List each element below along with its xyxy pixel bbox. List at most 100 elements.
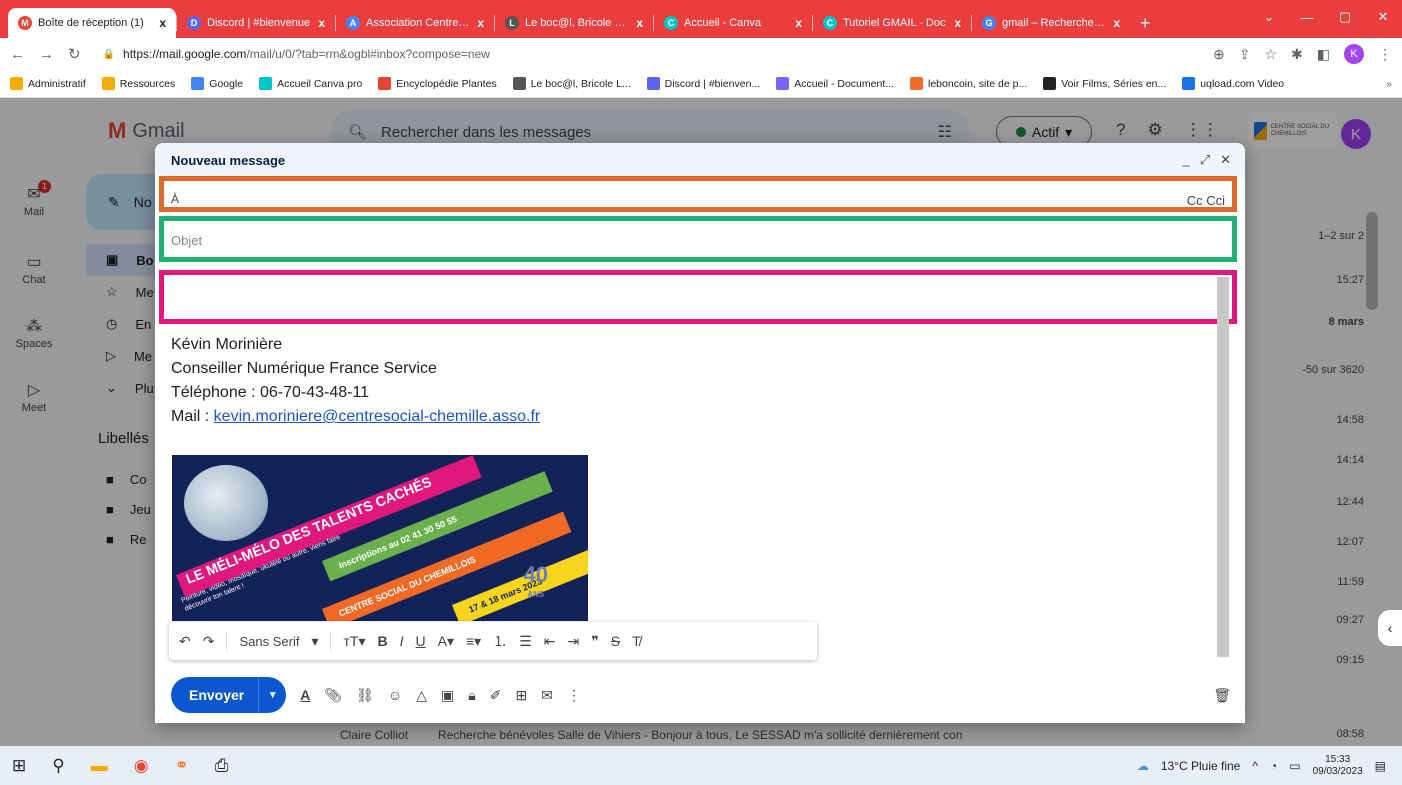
bookmark-item[interactable]: Google	[191, 77, 243, 90]
share-icon[interactable]: ⇪	[1239, 46, 1251, 63]
gmail-logo[interactable]: M Gmail	[108, 118, 185, 144]
battery-icon[interactable]: ▭	[1289, 759, 1300, 773]
more-options-icon[interactable]: ⋮	[567, 687, 581, 704]
bookmark-item[interactable]: uqload.com Video	[1182, 77, 1284, 90]
browser-tab[interactable]: Ggmail – Recherche Go x	[972, 8, 1130, 38]
minimize-icon[interactable]: —	[1288, 0, 1326, 34]
file-explorer-icon[interactable]: ▬	[91, 756, 108, 776]
new-tab-button[interactable]: +	[1130, 8, 1161, 38]
fullscreen-icon[interactable]: ⤢	[1200, 152, 1210, 168]
zoom-icon[interactable]: ⊕	[1213, 46, 1225, 63]
redo-icon[interactable]: ↷	[203, 633, 215, 650]
list-scrollbar[interactable]	[1366, 212, 1378, 310]
subject-field-highlight[interactable]	[159, 216, 1237, 262]
apps-grid-icon[interactable]: ⋮⋮	[1185, 120, 1219, 140]
minimize-icon[interactable]: _	[1182, 152, 1189, 168]
drive-icon[interactable]: △	[416, 687, 427, 704]
bookmark-item[interactable]: Encyclopédie Plantes	[378, 77, 497, 90]
network-icon[interactable]: ◔	[1270, 759, 1277, 773]
close-tab-icon[interactable]: x	[636, 16, 643, 30]
confidential-mode-icon[interactable]: 🔒︎	[468, 687, 475, 704]
rail-meet[interactable]: ▷ Meet	[0, 380, 68, 414]
signature-icon[interactable]: ✐	[490, 687, 502, 704]
maximize-icon[interactable]: ▢	[1326, 0, 1364, 34]
bookmarks-overflow[interactable]: »	[1386, 78, 1402, 90]
bookmark-item[interactable]: Le boc@l, Bricole L...	[512, 77, 631, 90]
browser-tab[interactable]: C Tutoriel GMAIL - Doc x	[813, 8, 971, 38]
font-size-icon[interactable]: тT▾	[343, 633, 365, 650]
recipient-field-highlight[interactable]	[159, 176, 1237, 212]
bookmark-item[interactable]: leboncoin, site de p...	[910, 77, 1027, 90]
close-tab-icon[interactable]: x	[954, 16, 961, 30]
search-icon[interactable]: ⚲	[52, 756, 64, 776]
printer-icon[interactable]: ⎙	[215, 756, 229, 776]
formatting-options-icon[interactable]: A	[300, 687, 310, 703]
indent-less-icon[interactable]: ⇤	[544, 633, 556, 650]
text-color-icon[interactable]: A▾	[438, 633, 454, 650]
message-row[interactable]: Claire Colliot Recherche bénévoles Salle…	[340, 728, 1360, 742]
bulleted-list-icon[interactable]: ☰	[519, 633, 532, 650]
gear-icon[interactable]: ⚙	[1147, 120, 1162, 140]
underline-icon[interactable]: U	[416, 633, 426, 649]
close-tab-icon[interactable]: x	[318, 16, 325, 30]
windows-start-icon[interactable]: ⊞	[12, 756, 26, 776]
chevron-down-icon[interactable]: ▾	[311, 633, 318, 650]
chrome-icon[interactable]: ◉	[134, 756, 149, 776]
bookmark-item[interactable]: Administratif	[10, 77, 86, 90]
browser-menu-icon[interactable]: ⋮	[1378, 46, 1392, 63]
photo-icon[interactable]: ▣	[441, 687, 454, 704]
reload-icon[interactable]: ↻	[68, 45, 81, 63]
system-clock[interactable]: 15:33 09/03/2023	[1313, 754, 1363, 778]
tab-search-icon[interactable]: ⌄	[1250, 0, 1288, 34]
send-button[interactable]: Envoyer	[171, 677, 259, 713]
close-icon[interactable]: ✕	[1220, 152, 1231, 168]
weather-text[interactable]: 13°C Pluie fine	[1161, 759, 1241, 773]
bookmark-item[interactable]: Accueil - Document...	[776, 77, 894, 90]
bookmark-item[interactable]: Ressources	[101, 77, 175, 90]
quote-icon[interactable]: ❞	[591, 633, 599, 650]
signature-mail-link[interactable]: kevin.moriniere@centresocial-chemille.as…	[214, 408, 541, 425]
schedule-icon[interactable]: ✉	[541, 687, 553, 704]
bookmark-item[interactable]: Accueil Canva pro	[259, 77, 362, 90]
browser-tab[interactable]: M Boîte de réception (1) x	[8, 8, 176, 38]
italic-icon[interactable]: I	[400, 633, 404, 649]
help-icon[interactable]: ?	[1116, 120, 1125, 140]
browser-profile-avatar[interactable]: K	[1344, 44, 1364, 64]
search-icon[interactable]: 🔍︎	[348, 123, 367, 141]
back-icon[interactable]: ←	[10, 46, 25, 63]
browser-tab[interactable]: L Le boc@l, Bricole Loc x	[495, 8, 653, 38]
trash-icon[interactable]: 🗑︎	[1213, 687, 1231, 704]
body-field-highlight[interactable]	[159, 270, 1237, 324]
extensions-icon[interactable]: ✱	[1291, 46, 1303, 63]
bookmark-star-icon[interactable]: ☆	[1264, 46, 1277, 63]
layout-icon[interactable]: ⊞	[515, 687, 527, 704]
rail-spaces[interactable]: ⁂ Spaces	[0, 316, 68, 350]
label-item[interactable]: ■ Re	[106, 532, 146, 547]
bookmark-item[interactable]: Discord | #bienven...	[646, 77, 760, 90]
label-item[interactable]: ■ Co	[106, 472, 146, 487]
body-scrollbar[interactable]	[1217, 277, 1229, 657]
rail-chat[interactable]: ▭ Chat	[0, 252, 68, 286]
weather-icon[interactable]: ☁	[1137, 759, 1149, 773]
browser-tab[interactable]: A Association Centre So x	[336, 8, 494, 38]
indent-more-icon[interactable]: ⇥	[568, 633, 580, 650]
side-panel-icon[interactable]: ◧	[1317, 46, 1330, 63]
compose-header[interactable]: Nouveau message _ ⤢ ✕	[155, 143, 1245, 177]
numbered-list-icon[interactable]: ⒈	[493, 631, 507, 651]
close-tab-icon[interactable]: x	[1113, 16, 1120, 30]
strikethrough-icon[interactable]: S	[611, 633, 620, 649]
bookmark-item[interactable]: Voir Films, Séries en...	[1043, 77, 1166, 90]
browser-tab[interactable]: D Discord | #bienvenue x	[177, 8, 335, 38]
rail-mail[interactable]: ✉ 1 Mail	[0, 180, 68, 218]
close-tab-icon[interactable]: x	[795, 16, 802, 30]
undo-icon[interactable]: ↶	[179, 633, 191, 650]
blender-icon[interactable]: ⚭	[175, 756, 189, 776]
close-tab-icon[interactable]: x	[159, 16, 166, 30]
url-field[interactable]: 🔒 https://mail.google.com/mail/u/0/?tab=…	[94, 41, 1199, 67]
browser-tab[interactable]: C Accueil - Canva x	[654, 8, 812, 38]
emoji-icon[interactable]: ☺	[388, 687, 402, 703]
close-window-icon[interactable]: ✕	[1364, 0, 1402, 34]
bold-icon[interactable]: B	[377, 633, 387, 649]
label-item[interactable]: ■ Jeu	[106, 502, 151, 517]
send-options-icon[interactable]: ▼	[258, 677, 287, 713]
